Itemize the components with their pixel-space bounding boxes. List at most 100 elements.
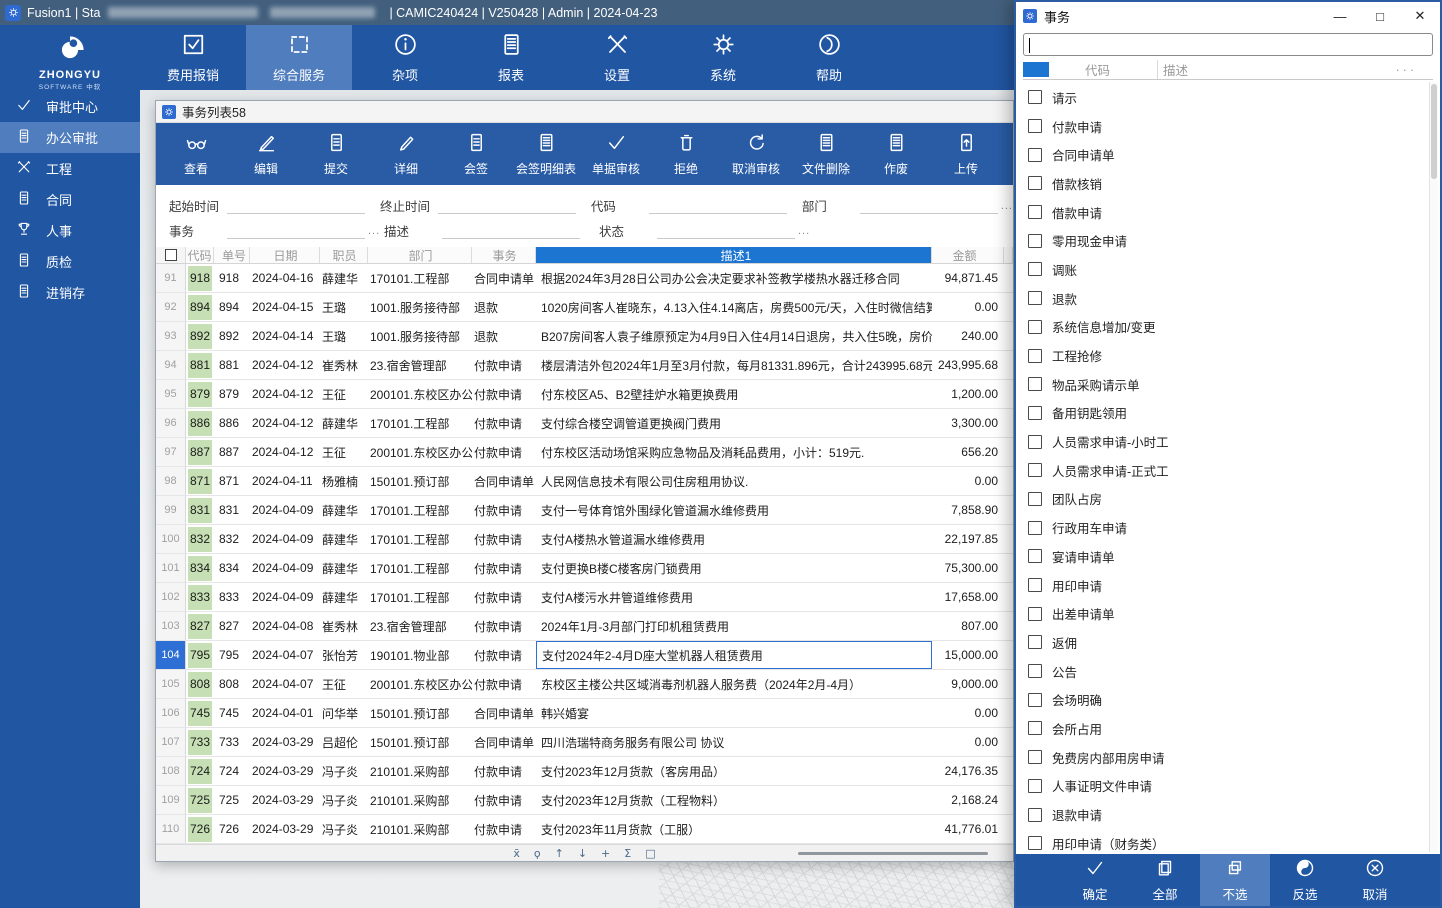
grid-header-0[interactable]: 代码 [186,247,214,263]
toolbar-button-5[interactable]: 会签明细表 [511,123,581,185]
item-checkbox[interactable] [1028,406,1042,420]
navigator-icon-0[interactable]: x̄ [513,847,520,860]
footer-button-4[interactable]: 取消 [1340,854,1410,906]
table-row[interactable]: 978878872024-04-12王征200101.东校区办公室付款申请付东校… [156,438,1013,467]
checkbox-list-item[interactable]: 系统信息增加/变更 [1016,313,1440,342]
item-checkbox[interactable] [1028,176,1042,190]
item-checkbox[interactable] [1028,578,1042,592]
filter-input[interactable] [227,197,365,214]
filter-input[interactable] [438,197,576,214]
menubar-item-2[interactable]: 杂项 [352,25,458,90]
checkbox-list-item[interactable]: 备用钥匙领用 [1016,399,1440,428]
scrollbar-thumb[interactable] [1431,84,1437,179]
checkbox-list-item[interactable]: 免费房内部用房申请 [1016,743,1440,772]
close-icon[interactable]: ✕ [1400,2,1440,30]
horizontal-scrollbar[interactable] [798,852,988,855]
item-checkbox[interactable] [1028,750,1042,764]
table-row[interactable]: 968868862024-04-12薛建华170101.工程部付款申请支付综合楼… [156,409,1013,438]
filter-input[interactable] [649,197,787,214]
item-checkbox[interactable] [1028,435,1042,449]
toolbar-button-10[interactable]: 作废 [861,123,931,185]
item-checkbox[interactable] [1028,721,1042,735]
navigator-icon-3[interactable]: ↓ [578,847,587,860]
item-checkbox[interactable] [1028,205,1042,219]
checkbox-list-item[interactable]: 零用现金申请 [1016,226,1440,255]
menubar-item-5[interactable]: 系统 [670,25,776,90]
checkbox-list-item[interactable]: 宴请申请单 [1016,542,1440,571]
sidebar-item-4[interactable]: 人事 [0,215,140,246]
table-row[interactable]: 988718712024-04-11杨雅楠150101.预订部合同申请单人民网信… [156,467,1013,496]
checkbox-list-item[interactable]: 人员需求申请-正式工 [1016,456,1440,485]
grid-header-5[interactable]: 事务 [472,247,536,263]
item-checkbox[interactable] [1028,148,1042,162]
checkbox-list-item[interactable]: 物品采购请示单 [1016,370,1440,399]
checkbox-list-item[interactable]: 行政用车申请 [1016,513,1440,542]
navigator-icon-6[interactable]: □ [645,847,655,860]
select-column-header[interactable] [1023,62,1049,77]
toolbar-button-1[interactable]: 编辑 [231,123,301,185]
code-column-header[interactable]: 代码 [1085,60,1110,79]
ellipsis-button[interactable]: ... [1001,200,1013,212]
table-row[interactable]: 928948942024-04-15王璐1001.服务接待部退款1020房间客人… [156,293,1013,322]
navigator-icon-2[interactable]: ↑ [555,847,564,860]
table-row[interactable]: 948818812024-04-12崔秀林23.宿舍管理部付款申请楼层清洁外包2… [156,351,1013,380]
checkbox-list-item[interactable]: 用印申请 [1016,571,1440,600]
table-row[interactable]: 1018348342024-04-09薛建华170101.工程部付款申请支付更换… [156,554,1013,583]
table-row[interactable]: 1058088082024-04-07王征200101.东校区办公室付款申请东校… [156,670,1013,699]
table-row[interactable]: 1087247242024-03-29冯子炎210101.采购部付款申请支付20… [156,757,1013,786]
menubar-item-4[interactable]: 设置 [564,25,670,90]
checkbox-list-item[interactable]: 公告 [1016,657,1440,686]
checkbox-list-item[interactable]: 借款核销 [1016,169,1440,198]
table-row[interactable]: 1097257252024-03-29冯子炎210101.采购部付款申请支付20… [156,786,1013,815]
item-checkbox[interactable] [1028,349,1042,363]
menubar-item-6[interactable]: 帮助 [776,25,882,90]
menubar-item-0[interactable]: 费用报销 [140,25,246,90]
more-columns-button[interactable]: ··· [1396,63,1418,77]
checkbox-list-item[interactable]: 请示 [1016,83,1440,112]
checkbox-list-item[interactable]: 付款申请 [1016,112,1440,141]
menubar-item-3[interactable]: 报表 [458,25,564,90]
toolbar-button-7[interactable]: 拒绝 [651,123,721,185]
checkbox-list-item[interactable]: 退款申请 [1016,800,1440,829]
footer-button-3[interactable]: 反选 [1270,854,1340,906]
item-checkbox[interactable] [1028,320,1042,334]
table-row[interactable]: 1028338332024-04-09薛建华170101.工程部付款申请支付A楼… [156,583,1013,612]
table-row[interactable]: 1077337332024-03-29吕超伦150101.预订部合同申请单四川浩… [156,728,1013,757]
toolbar-button-4[interactable]: 会签 [441,123,511,185]
grid-header-3[interactable]: 职员 [320,247,368,263]
table-row[interactable]: 1038278272024-04-08崔秀林23.宿舍管理部付款申请2024年1… [156,612,1013,641]
item-checkbox[interactable] [1028,463,1042,477]
sidebar-item-1[interactable]: 办公审批 [0,122,140,153]
grid-header-1[interactable]: 单号 [214,247,250,263]
footer-button-0[interactable]: 确定 [1060,854,1130,906]
footer-button-1[interactable]: 全部 [1130,854,1200,906]
table-row[interactable]: 1047957952024-04-07张怡芳190101.物业部付款申请支付20… [156,641,1013,670]
item-checkbox[interactable] [1028,377,1042,391]
checkbox-list-item[interactable]: 人员需求申请-小时工 [1016,427,1440,456]
toolbar-button-9[interactable]: 文件删除 [791,123,861,185]
toolbar-button-0[interactable]: 查看 [161,123,231,185]
checkbox-list-item[interactable]: 退款 [1016,284,1440,313]
navigator-icon-1[interactable]: ϙ [534,847,541,860]
filter-input[interactable] [860,197,998,214]
sidebar-item-2[interactable]: 工程 [0,153,140,184]
item-checkbox[interactable] [1028,262,1042,276]
toolbar-button-11[interactable]: 上传 [931,123,1001,185]
select-all-checkbox[interactable] [165,249,177,261]
table-row[interactable]: 919189182024-04-16薛建华170101.工程部合同申请单根据20… [156,264,1013,293]
table-row[interactable]: 938928922024-04-14王璐1001.服务接待部退款B207房间客人… [156,322,1013,351]
checkbox-list-item[interactable]: 人事证明文件申请 [1016,772,1440,801]
ellipsis-button[interactable]: ... [798,225,810,237]
item-checkbox[interactable] [1028,521,1042,535]
item-checkbox[interactable] [1028,90,1042,104]
item-checkbox[interactable] [1028,492,1042,506]
sidebar-item-5[interactable]: 质检 [0,246,140,277]
checkbox-list-item[interactable]: 合同申请单 [1016,140,1440,169]
item-checkbox[interactable] [1028,693,1042,707]
grid-header-6[interactable]: 描述1 [536,247,932,263]
checkbox-list-item[interactable]: 用印申请（财务类） [1016,829,1440,854]
item-checkbox[interactable] [1028,836,1042,850]
item-checkbox[interactable] [1028,119,1042,133]
search-input[interactable] [1023,33,1433,56]
item-checkbox[interactable] [1028,607,1042,621]
